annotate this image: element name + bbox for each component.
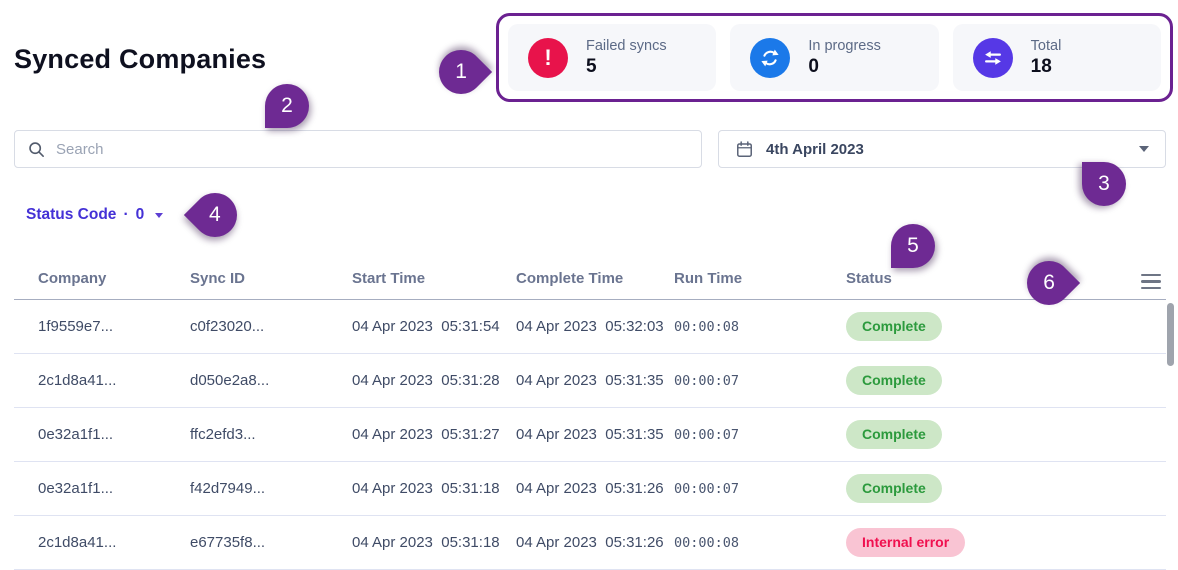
cell-complete-time: 04 Apr 2023 05:31:26: [516, 480, 664, 497]
status-code-count: 0: [135, 206, 145, 223]
cell-run-time: 00:00:07: [674, 372, 740, 389]
chevron-down-icon: [1139, 146, 1149, 152]
stat-label: Total: [1030, 37, 1062, 54]
table-row[interactable]: 1f9559e7... c0f23020... 04 Apr 2023 05:3…: [14, 300, 1166, 354]
cell-company: 1f9559e7...: [38, 318, 114, 335]
stat-card-total: Total 18: [952, 24, 1161, 91]
column-header-sync-id[interactable]: Sync ID: [190, 270, 352, 287]
column-header-run[interactable]: Run Time: [674, 270, 846, 287]
synced-companies-table: Company Sync ID Start Time Complete Time…: [14, 258, 1166, 570]
stat-value: 0: [808, 55, 819, 77]
cell-start-time: 04 Apr 2023 05:31:18: [352, 534, 500, 551]
status-badge: Complete: [846, 366, 942, 395]
annotation-callout-3: 3: [1082, 162, 1126, 206]
table-header-row: Company Sync ID Start Time Complete Time…: [14, 258, 1166, 300]
cell-sync-id: f42d7949...: [190, 480, 266, 497]
cell-company: 0e32a1f1...: [38, 480, 114, 497]
stat-card-failed-syncs: ! Failed syncs 5: [508, 24, 717, 91]
status-code-label: Status Code: [26, 206, 117, 223]
cell-run-time: 00:00:07: [674, 426, 740, 443]
status-badge: Complete: [846, 474, 942, 503]
status-badge: Internal error: [846, 528, 966, 557]
cell-run-time: 00:00:08: [674, 534, 740, 551]
cell-start-time: 04 Apr 2023 05:31:27: [352, 426, 500, 443]
chevron-down-icon: [155, 212, 164, 218]
page-title: Synced Companies: [14, 44, 267, 74]
column-header-complete[interactable]: Complete Time: [516, 270, 674, 287]
transfer-icon: [972, 37, 1013, 78]
cell-sync-id: e67735f8...: [190, 534, 266, 551]
sync-icon: [750, 37, 791, 78]
status-badge: Complete: [846, 420, 942, 449]
cell-complete-time: 04 Apr 2023 05:32:03: [516, 318, 664, 335]
column-header-status[interactable]: Status: [846, 270, 1166, 287]
cell-start-time: 04 Apr 2023 05:31:28: [352, 372, 500, 389]
date-value: 4th April 2023: [766, 140, 864, 158]
cell-complete-time: 04 Apr 2023 05:31:35: [516, 372, 664, 389]
search-input[interactable]: [56, 140, 689, 158]
stats-annotation-box: ! Failed syncs 5 In progress 0 Total 18: [496, 13, 1173, 102]
calendar-icon: [735, 140, 754, 159]
column-header-start[interactable]: Start Time: [352, 270, 516, 287]
cell-start-time: 04 Apr 2023 05:31:18: [352, 480, 500, 497]
cell-sync-id: c0f23020...: [190, 318, 265, 335]
stat-card-in-progress: In progress 0: [730, 24, 939, 91]
annotation-callout-1: 1: [429, 40, 493, 104]
stat-value: 18: [1030, 55, 1052, 77]
cell-run-time: 00:00:07: [674, 480, 740, 497]
stat-value: 5: [586, 55, 597, 77]
table-row[interactable]: 0e32a1f1... f42d7949... 04 Apr 2023 05:3…: [14, 462, 1166, 516]
cell-sync-id: ffc2efd3...: [190, 426, 256, 443]
table-row[interactable]: 0e32a1f1... ffc2efd3... 04 Apr 2023 05:3…: [14, 408, 1166, 462]
annotation-callout-4: 4: [183, 183, 247, 247]
stat-label: In progress: [808, 37, 881, 54]
annotation-callout-5: 5: [891, 224, 935, 268]
status-badge: Complete: [846, 312, 942, 341]
status-code-filter[interactable]: Status Code · 0: [26, 206, 164, 224]
table-menu-icon[interactable]: [1141, 274, 1161, 290]
cell-company: 0e32a1f1...: [38, 426, 114, 443]
cell-company: 2c1d8a41...: [38, 534, 117, 551]
stat-label: Failed syncs: [586, 37, 667, 54]
cell-complete-time: 04 Apr 2023 05:31:26: [516, 534, 664, 551]
search-icon: [27, 140, 46, 159]
cell-company: 2c1d8a41...: [38, 372, 117, 389]
cell-sync-id: d050e2a8...: [190, 372, 270, 389]
table-row[interactable]: 2c1d8a41... d050e2a8... 04 Apr 2023 05:3…: [14, 354, 1166, 408]
annotation-callout-2: 2: [265, 84, 309, 128]
table-row[interactable]: 2c1d8a41... e67735f8... 04 Apr 2023 05:3…: [14, 516, 1166, 570]
cell-run-time: 00:00:08: [674, 318, 740, 335]
status-code-separator: ·: [123, 206, 129, 223]
cell-complete-time: 04 Apr 2023 05:31:35: [516, 426, 664, 443]
scrollbar-thumb[interactable]: [1167, 303, 1174, 366]
cell-start-time: 04 Apr 2023 05:31:54: [352, 318, 500, 335]
column-header-company[interactable]: Company: [38, 270, 190, 287]
search-box[interactable]: [14, 130, 702, 168]
alert-icon: !: [528, 37, 568, 78]
